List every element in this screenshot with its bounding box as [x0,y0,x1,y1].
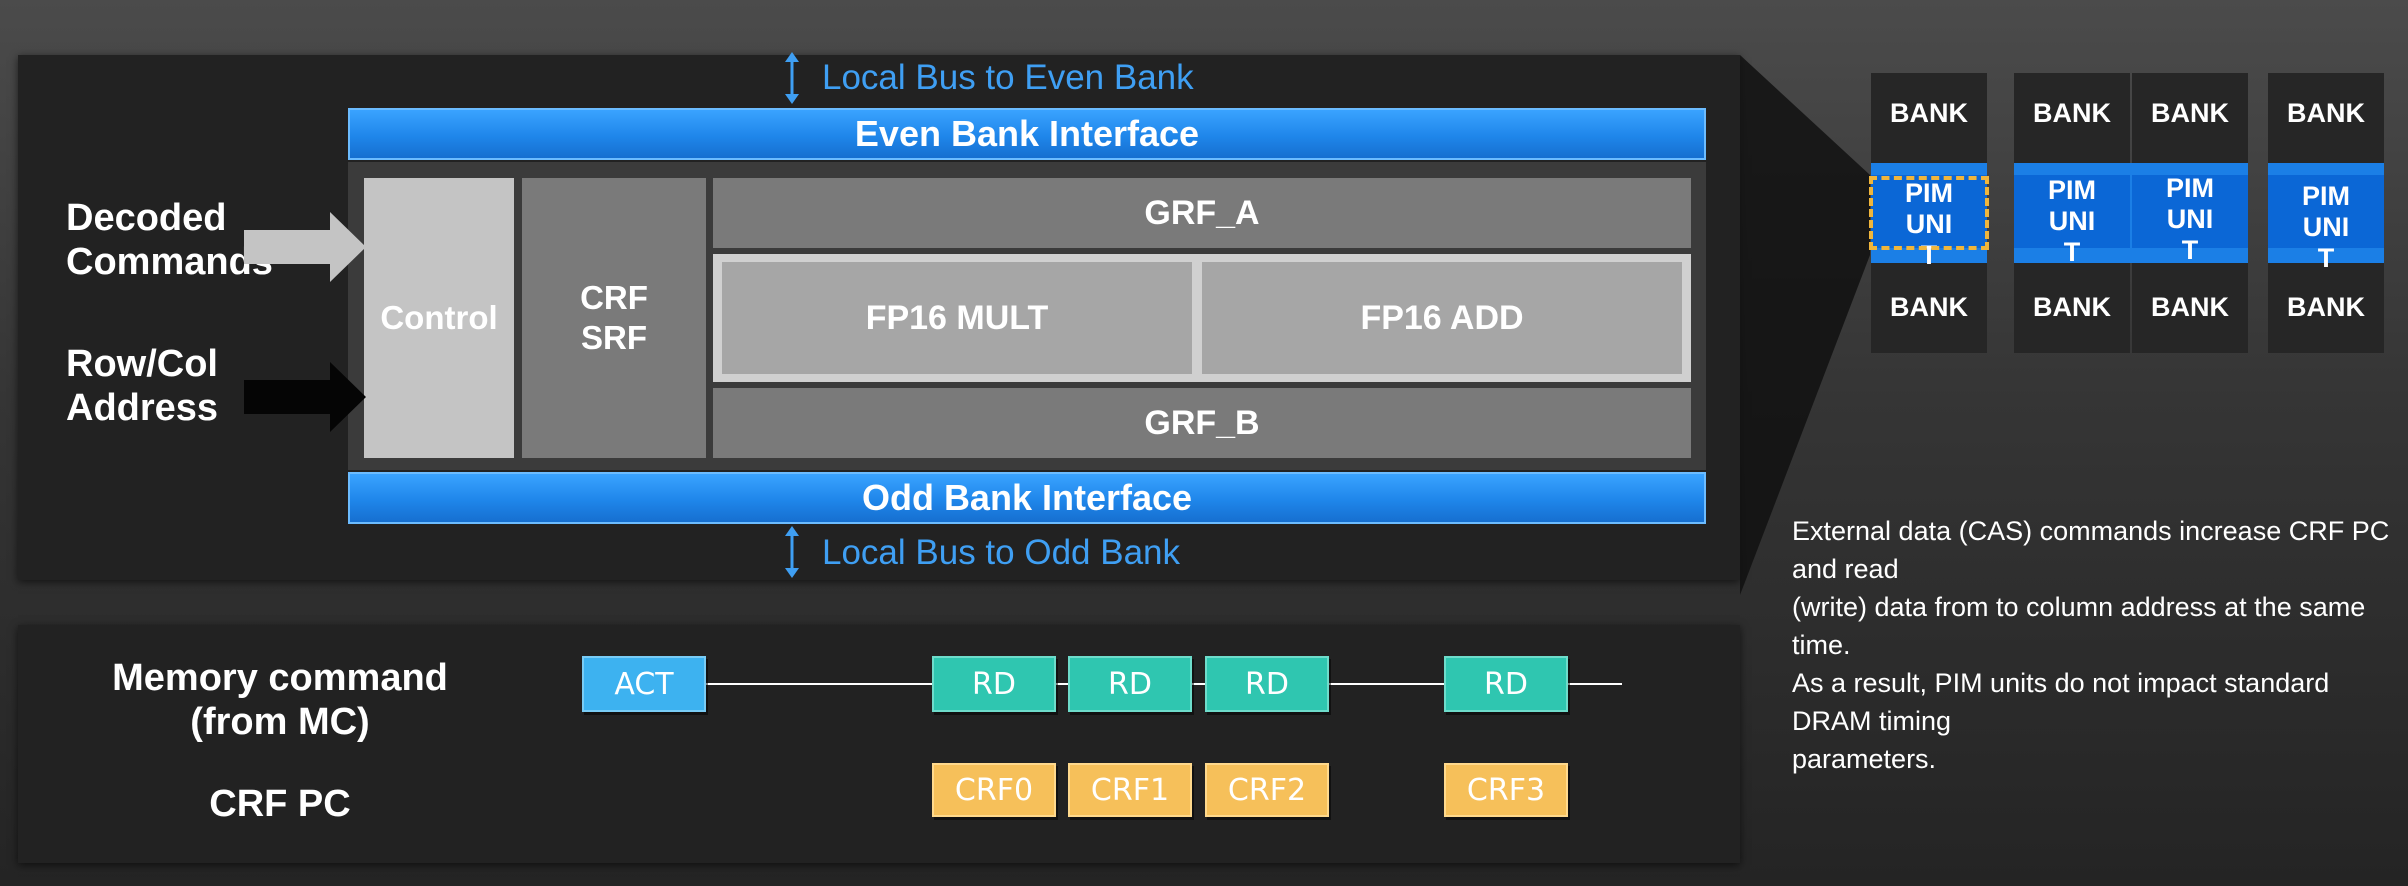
command-act: ACT [582,656,706,712]
even-bank-interface: Even Bank Interface [348,108,1706,160]
row-col-address-label: Row/Col Address [66,343,219,429]
odd-bank-interface: Odd Bank Interface [348,472,1706,524]
pim-unit-label: PIM UNI T [2047,175,2096,267]
explanation-note: External data (CAS) commands increase CR… [1792,516,2390,774]
pim-unit-label: PIM UNI T [2301,181,2350,273]
control-block: Control [364,178,514,458]
fp16-mult-block: FP16 MULT [722,262,1192,374]
local-bus-odd-label: Local Bus to Odd Bank [822,533,1180,572]
memory-command-label: Memory command (from MC) [112,657,448,743]
srf-label: SRF [581,319,647,356]
decoded-commands-arrow-icon [244,212,366,282]
bank-label: BANK [2033,98,2111,128]
local-bus-even-label: Local Bus to Even Bank [822,58,1194,97]
bank-label: BANK [1890,98,1968,128]
command-rd: RD [1205,656,1329,712]
crf-pc-value: CRF1 [1068,763,1192,817]
bank-label: BANK [2287,98,2365,128]
timeline-segment [1568,683,1622,685]
bank-label: BANK [2151,292,2229,322]
crf-pc-value: CRF0 [932,763,1056,817]
odd-bus-arrow-icon [785,526,799,578]
bank-label: BANK [1890,292,1968,322]
timeline-segment [1328,683,1444,685]
crf-pc-value: CRF3 [1444,763,1568,817]
bank-label: BANK [2033,292,2111,322]
bank-label: BANK [2287,292,2365,322]
grf-a-block: GRF_A [713,178,1691,248]
command-rd: RD [932,656,1056,712]
crf-label: CRF [580,279,648,316]
row-col-address-arrow-icon [244,362,366,432]
fp16-add-block: FP16 ADD [1202,262,1682,374]
grf-b-block: GRF_B [713,388,1691,458]
timeline-segment [706,683,932,685]
command-rd: RD [1068,656,1192,712]
bank-label: BANK [2151,98,2229,128]
crf-pc-value: CRF2 [1205,763,1329,817]
highlighted-pim-unit [1869,176,1989,250]
pim-unit-label: PIM UNI T [2165,173,2214,265]
decoded-commands-label: Decoded Commands [66,197,273,283]
timeline-segment [1192,683,1206,685]
command-rd: RD [1444,656,1568,712]
even-bus-arrow-icon [785,52,799,104]
crf-srf-block: CRF SRF [522,178,706,458]
crf-pc-label: CRF PC [209,783,351,825]
